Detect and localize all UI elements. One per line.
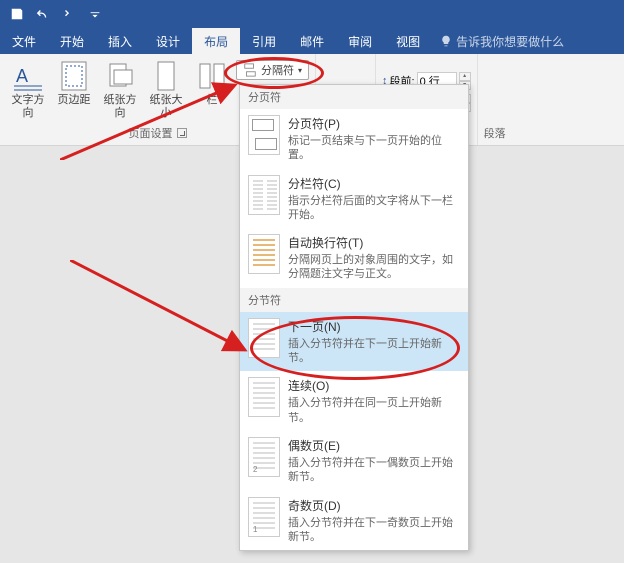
paragraph-group-label: 段落: [484, 125, 506, 141]
tab-file[interactable]: 文件: [0, 28, 48, 54]
tab-review[interactable]: 审阅: [336, 28, 384, 54]
tab-mail[interactable]: 邮件: [288, 28, 336, 54]
page-setup-launcher[interactable]: [177, 128, 187, 138]
menu-item-next-page[interactable]: 下一页(N)插入分节符并在下一页上开始新节。: [240, 312, 468, 372]
ribbon-tabs: 文件 开始 插入 设计 布局 引用 邮件 审阅 视图 告诉我你想要做什么: [0, 28, 624, 54]
next-page-icon: [248, 318, 280, 358]
breaks-button[interactable]: 分隔符 ▾: [236, 60, 309, 80]
margins-icon: [58, 60, 90, 92]
tab-references[interactable]: 引用: [240, 28, 288, 54]
svg-text:A: A: [16, 66, 28, 86]
size-button[interactable]: 纸张大小: [144, 58, 188, 122]
text-wrapping-icon: [248, 234, 280, 274]
tab-design[interactable]: 设计: [144, 28, 192, 54]
text-direction-button[interactable]: A 文字方向: [6, 58, 50, 122]
tell-me-label: 告诉我你想要做什么: [456, 33, 564, 50]
undo-button[interactable]: [32, 3, 54, 25]
menu-item-continuous[interactable]: 连续(O)插入分节符并在同一页上开始新节。: [240, 371, 468, 431]
page-setup-group-label: 页面设置: [129, 125, 173, 141]
menu-item-odd-page[interactable]: 奇数页(D)插入分节符并在下一奇数页上开始新节。: [240, 491, 468, 551]
even-page-icon: [248, 437, 280, 477]
text-direction-icon: A: [12, 60, 44, 92]
tab-home[interactable]: 开始: [48, 28, 96, 54]
page-breaks-header: 分页符: [240, 85, 468, 109]
orientation-button[interactable]: 纸张方向: [98, 58, 142, 122]
page-break-icon: [248, 115, 280, 155]
tab-layout[interactable]: 布局: [192, 28, 240, 54]
columns-button[interactable]: 栏: [190, 58, 234, 109]
redo-button[interactable]: [58, 3, 80, 25]
orientation-icon: [104, 60, 136, 92]
tab-view[interactable]: 视图: [384, 28, 432, 54]
breaks-icon: [243, 63, 257, 77]
paragraph-group: 段落: [478, 54, 512, 145]
annotation-arrow-next-page: [70, 260, 255, 360]
menu-item-text-wrapping[interactable]: 自动换行符(T)分隔网页上的对象周围的文字，如分隔题注文字与正文。: [240, 228, 468, 288]
menu-item-column-break[interactable]: 分栏符(C)指示分栏符后面的文字将从下一栏开始。: [240, 169, 468, 229]
continuous-icon: [248, 377, 280, 417]
menu-item-even-page[interactable]: 偶数页(E)插入分节符并在下一偶数页上开始新节。: [240, 431, 468, 491]
tab-insert[interactable]: 插入: [96, 28, 144, 54]
odd-page-icon: [248, 497, 280, 537]
size-icon: [150, 60, 182, 92]
tell-me-search[interactable]: 告诉我你想要做什么: [440, 28, 564, 54]
lightbulb-icon: [440, 35, 452, 47]
title-bar: [0, 0, 624, 28]
breaks-dropdown: 分页符 分页符(P)标记一页结束与下一页开始的位置。 分栏符(C)指示分栏符后面…: [239, 84, 469, 551]
save-button[interactable]: [6, 3, 28, 25]
menu-item-page-break[interactable]: 分页符(P)标记一页结束与下一页开始的位置。: [240, 109, 468, 169]
section-breaks-header: 分节符: [240, 288, 468, 312]
column-break-icon: [248, 175, 280, 215]
qat-customize-button[interactable]: [84, 3, 106, 25]
chevron-down-icon: ▾: [298, 66, 302, 75]
margins-button[interactable]: 页边距: [52, 58, 96, 109]
columns-icon: [196, 60, 228, 92]
